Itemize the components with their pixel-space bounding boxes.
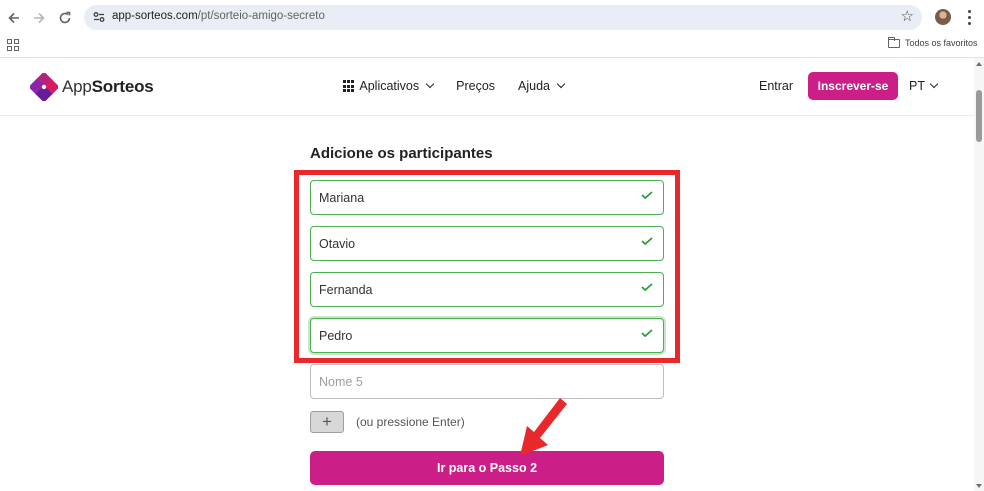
participant-field[interactable] (310, 226, 664, 261)
signup-button[interactable]: Inscrever-se (808, 72, 898, 100)
scroll-down-icon[interactable] (976, 484, 982, 488)
apps-grid-icon[interactable] (7, 39, 19, 51)
section-title: Adicione os participantes (310, 145, 493, 162)
star-icon[interactable]: ☆ (901, 7, 914, 25)
nav-apps-label: Aplicativos (359, 79, 420, 93)
check-icon (641, 237, 653, 245)
language-selector[interactable]: PT (909, 79, 939, 93)
check-icon (641, 191, 653, 199)
logo-text: AppSorteos (62, 77, 154, 96)
all-bookmarks[interactable]: Todos os favoritos (888, 36, 978, 48)
browser-toolbar: app-sorteos.com/pt/sorteio-amigo-secreto… (0, 0, 984, 35)
add-participant-button[interactable]: + (310, 411, 344, 433)
chevron-down-icon (425, 79, 435, 89)
participant-input[interactable] (311, 181, 611, 214)
chevron-down-icon (929, 79, 939, 89)
check-icon (641, 329, 653, 337)
enter-hint: (ou pressione Enter) (356, 415, 465, 429)
profile-avatar[interactable] (935, 9, 951, 25)
nav-apps[interactable]: Aplicativos (343, 79, 435, 93)
scroll-up-icon[interactable] (976, 62, 982, 66)
new-participant-field[interactable] (310, 364, 664, 399)
back-arrow-icon[interactable] (3, 7, 25, 29)
participant-input[interactable] (311, 319, 611, 352)
plus-icon: + (322, 412, 332, 431)
check-icon (641, 283, 653, 291)
annotation-arrow-icon (520, 398, 567, 456)
chevron-down-icon (556, 79, 566, 89)
site-header: AppSorteos Aplicativos Preços Ajuda Entr… (0, 58, 974, 116)
address-bar[interactable]: app-sorteos.com/pt/sorteio-amigo-secreto… (84, 5, 922, 30)
participant-input[interactable] (311, 273, 611, 306)
participant-input[interactable] (311, 227, 611, 260)
more-menu-icon[interactable] (962, 8, 976, 26)
nav-pricing-label: Preços (456, 79, 496, 93)
scrollbar-thumb[interactable] (976, 90, 982, 142)
apps-grid-icon (343, 80, 355, 92)
site-info-icon[interactable] (92, 10, 106, 24)
language-label: PT (909, 79, 925, 93)
nav-pricing[interactable]: Preços (456, 79, 495, 93)
new-participant-input[interactable] (311, 365, 663, 398)
main-nav: Aplicativos Preços Ajuda (343, 79, 587, 93)
participant-field[interactable] (310, 318, 664, 353)
url-text: app-sorteos.com/pt/sorteio-amigo-secreto (112, 10, 325, 22)
forward-arrow-icon[interactable] (28, 7, 50, 29)
login-link[interactable]: Entrar (759, 79, 793, 93)
folder-icon (888, 36, 900, 48)
next-step-button[interactable]: Ir para o Passo 2 (310, 451, 664, 485)
participant-field[interactable] (310, 272, 664, 307)
all-bookmarks-label: Todos os favoritos (905, 38, 978, 48)
nav-help-label: Ajuda (518, 79, 551, 93)
participant-field[interactable] (310, 180, 664, 215)
logo[interactable]: AppSorteos (28, 71, 154, 103)
bookmarks-bar: Todos os favoritos (0, 35, 984, 58)
nav-help[interactable]: Ajuda (518, 79, 566, 93)
page-scrollbar[interactable] (974, 58, 984, 491)
reload-icon[interactable] (54, 7, 76, 29)
logo-mark-icon (28, 71, 60, 103)
